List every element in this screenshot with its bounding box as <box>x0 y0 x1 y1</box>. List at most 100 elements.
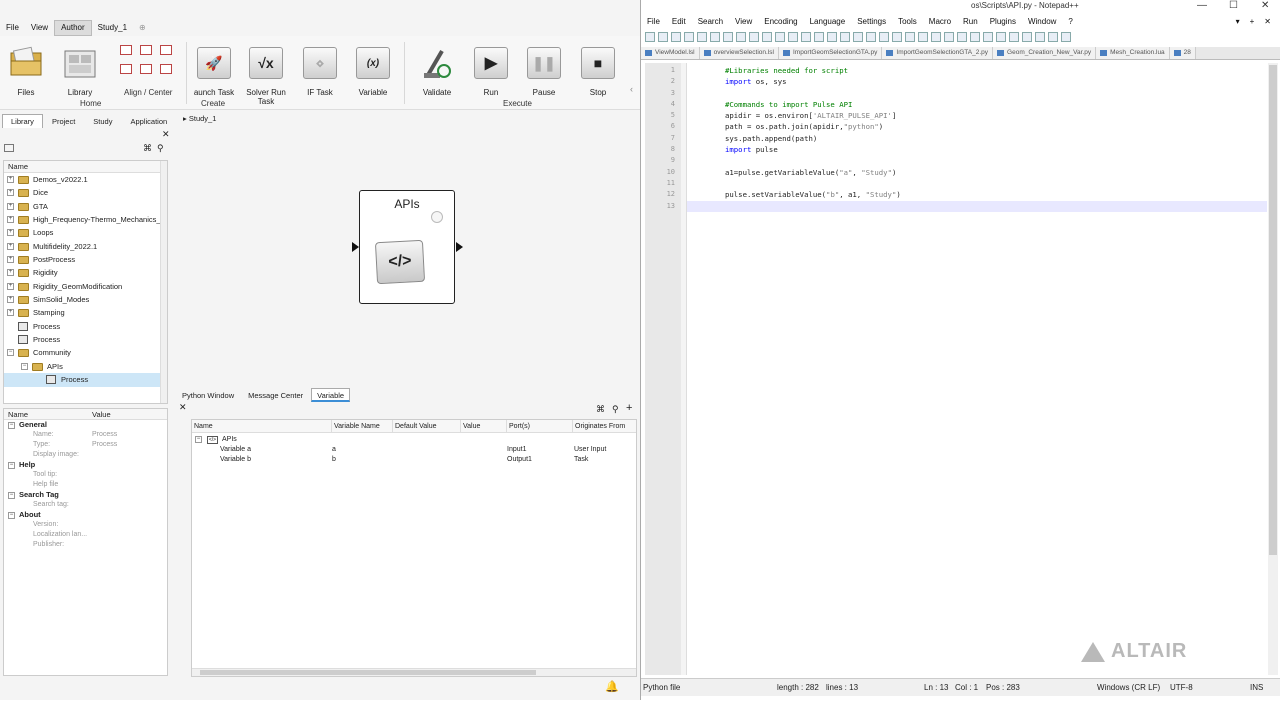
tree-item[interactable]: + PostProcess <box>4 253 167 266</box>
code-line[interactable]: 2 import os, sys <box>671 76 1267 87</box>
property-row[interactable]: Localization lan... <box>4 530 167 540</box>
code-line[interactable]: 12 pulse.setVariableValue("b", a1, "Study… <box>667 189 1267 200</box>
menu-plugins[interactable]: Plugins <box>984 14 1022 29</box>
code-line[interactable]: 3 <box>671 88 1267 99</box>
status-eol[interactable]: Windows (CR LF) <box>1097 679 1160 697</box>
copy-icon[interactable] <box>749 32 759 42</box>
tree-item[interactable]: Process <box>4 373 167 387</box>
tree-item[interactable]: − Community <box>4 346 167 359</box>
menu-tools[interactable]: Tools <box>892 14 923 29</box>
menu-encoding[interactable]: Encoding <box>758 14 803 29</box>
col-value[interactable]: Value <box>460 420 480 433</box>
zoom-in-icon[interactable] <box>827 32 837 42</box>
tab-file[interactable]: Mesh_Creation.lua <box>1096 47 1170 59</box>
property-row[interactable]: Publisher: <box>4 540 167 550</box>
code-line[interactable]: 10 a1=pulse.getVariableValue("a", "Study"… <box>667 167 1267 178</box>
tab-file[interactable]: Geom_Creation_New_Var.py <box>993 47 1097 59</box>
expand-icon[interactable]: + <box>7 189 14 197</box>
add-tab-icon[interactable]: ⊕ <box>133 20 152 36</box>
code-editor[interactable]: 1 #Libraries needed for script 2 import os,… <box>667 63 1267 675</box>
menu-study[interactable]: Study_1 <box>92 20 133 36</box>
col-variable-name[interactable]: Variable Name <box>331 420 380 433</box>
search-tag-group[interactable]: − Search Tag <box>4 490 167 500</box>
indent-guide-icon[interactable] <box>905 32 915 42</box>
tree-item[interactable]: + Loops <box>4 226 167 239</box>
cut-icon[interactable] <box>736 32 746 42</box>
tab-python-window[interactable]: Python Window <box>176 388 240 402</box>
sync-h-icon[interactable] <box>866 32 876 42</box>
align-bottom-icon[interactable] <box>160 64 172 74</box>
find-icon[interactable] <box>801 32 811 42</box>
editor-scrollbar[interactable] <box>1268 63 1278 675</box>
collapse-icon[interactable]: − <box>21 362 28 370</box>
close-icon[interactable]: ✕ <box>1261 0 1269 12</box>
close-all-icon[interactable] <box>710 32 720 42</box>
status-insert-mode[interactable]: INS <box>1250 679 1263 697</box>
tree-item[interactable]: Process <box>4 320 167 333</box>
tree-item[interactable]: + Multifidelity_2022.1 <box>4 240 167 253</box>
binoculars-icon[interactable]: ⌘ <box>143 143 152 154</box>
collapse-icon[interactable]: − <box>195 436 202 443</box>
property-row[interactable]: Type: Process <box>4 440 167 450</box>
tree-item[interactable]: + High_Frequency-Thermo_Mechanics_20 <box>4 213 167 226</box>
collapse-icon[interactable]: − <box>8 492 15 499</box>
tab-file[interactable]: ImportGeomSelectionGTA_2.py <box>882 47 994 59</box>
zoom-out-icon[interactable] <box>840 32 850 42</box>
print-icon[interactable] <box>723 32 733 42</box>
tree-item[interactable]: Process <box>4 333 167 346</box>
menu-run[interactable]: Run <box>957 14 984 29</box>
col-default-value[interactable]: Default Value <box>392 420 437 433</box>
tree-item[interactable]: + GTA <box>4 200 167 213</box>
menu-window[interactable]: Window <box>1022 14 1062 29</box>
collapse-icon[interactable]: − <box>8 512 15 519</box>
help-group[interactable]: − Help <box>4 460 167 470</box>
close-icon[interactable] <box>697 32 707 42</box>
align-right-icon[interactable] <box>140 45 152 55</box>
save-macro-icon[interactable] <box>1035 32 1045 42</box>
all-chars-icon[interactable] <box>892 32 902 42</box>
folder-workspace-icon[interactable] <box>957 32 967 42</box>
align-top-icon[interactable] <box>160 45 172 55</box>
scrollbar-thumb[interactable] <box>200 670 536 675</box>
menu-language[interactable]: Language <box>804 14 852 29</box>
search-icon[interactable]: ⚲ <box>157 143 164 154</box>
close-panel-icon[interactable]: ✕ <box>162 129 170 140</box>
col-originates-from[interactable]: Originates From <box>572 420 625 433</box>
tab-file[interactable]: ViewModel.lsl <box>641 47 700 59</box>
tab-file[interactable]: ImportGeomSelectionGTA.py <box>778 47 883 59</box>
tab-library[interactable]: Library <box>2 114 43 128</box>
ribbon-scroll-left-icon[interactable]: ‹ <box>630 84 633 94</box>
table-scrollbar[interactable] <box>192 668 636 676</box>
lang-icon[interactable] <box>918 32 928 42</box>
property-row[interactable]: Version: <box>4 520 167 530</box>
add-icon[interactable]: + <box>1250 14 1255 29</box>
align-middle-icon[interactable] <box>140 64 152 74</box>
expand-icon[interactable]: + <box>7 229 14 237</box>
property-row[interactable]: Name: Process <box>4 430 167 440</box>
maximize-icon[interactable]: ☐ <box>1229 0 1238 12</box>
tab-study[interactable]: Study <box>84 114 121 128</box>
expand-icon[interactable]: + <box>7 309 14 317</box>
open-folder-icon[interactable] <box>4 144 14 152</box>
tree-item[interactable]: + Dice <box>4 186 167 199</box>
menu-view[interactable]: View <box>729 14 758 29</box>
expand-icon[interactable]: + <box>7 269 14 277</box>
tree-item[interactable]: + Demos_v2022.1 <box>4 173 167 186</box>
input-port-icon[interactable] <box>352 242 359 252</box>
stop-button[interactable]: ■ Stop <box>578 44 618 97</box>
menu-file[interactable]: File <box>641 14 666 29</box>
minimize-icon[interactable]: — <box>1197 0 1207 12</box>
expand-icon[interactable]: + <box>7 282 14 290</box>
code-line[interactable]: 13 <box>667 200 1267 212</box>
pause-button[interactable]: ❚❚ Pause <box>524 44 564 97</box>
tree-item[interactable]: + SimSolid_Modes <box>4 293 167 306</box>
menu-view[interactable]: View <box>25 20 54 36</box>
run-button[interactable]: ▶ Run <box>471 44 511 97</box>
paste-icon[interactable] <box>762 32 772 42</box>
files-button[interactable]: Files <box>4 44 48 97</box>
expand-icon[interactable]: + <box>7 256 14 264</box>
menu-search[interactable]: Search <box>692 14 729 29</box>
about-group[interactable]: − About <box>4 510 167 520</box>
table-group-row[interactable]: − </> APIs <box>192 435 636 445</box>
tree-item[interactable]: − APIs <box>4 360 167 373</box>
